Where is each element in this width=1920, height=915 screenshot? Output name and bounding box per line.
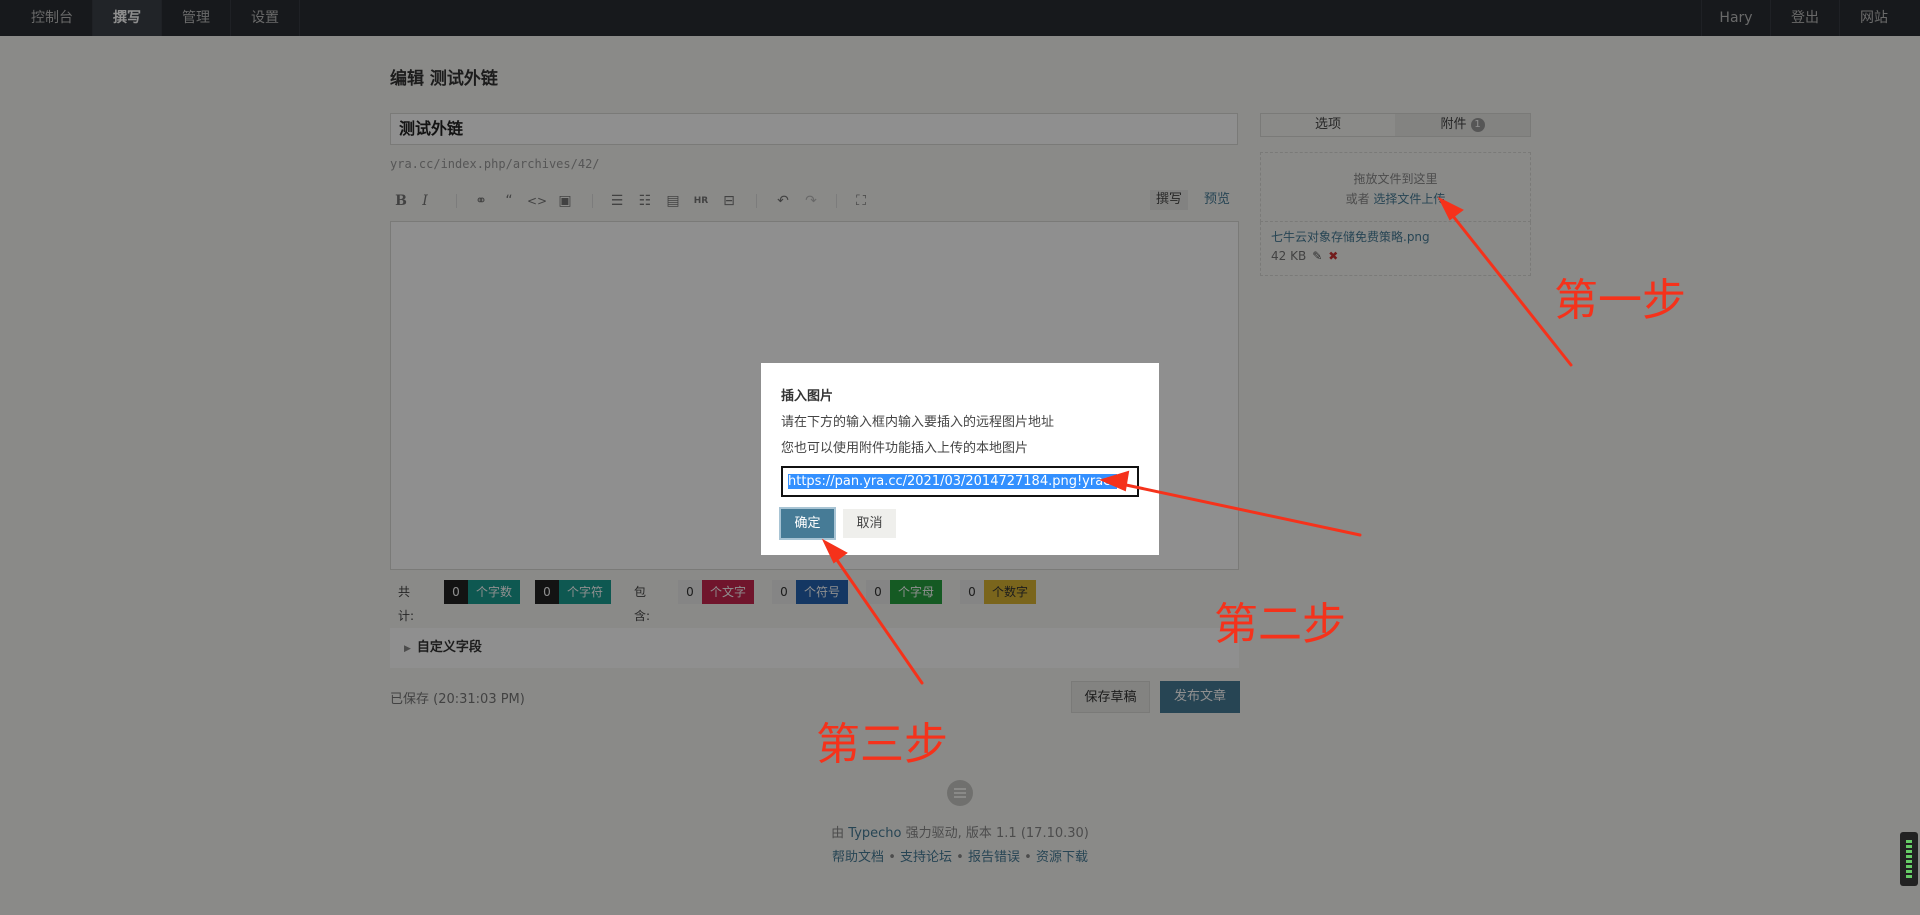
level-meter-icon	[1900, 832, 1918, 886]
arrow-step1-line	[1443, 204, 1573, 367]
annotation-step3: 第三步	[816, 719, 948, 770]
arrow-step3-head	[821, 538, 848, 564]
arrow-step3-line	[828, 548, 924, 685]
annotation-step1: 第一步	[1554, 275, 1686, 326]
arrow-step2-head	[1099, 470, 1130, 492]
annotation-arrows	[821, 196, 1573, 685]
annotation-step2: 第二步	[1214, 599, 1346, 650]
arrow-step1-head	[1437, 196, 1464, 221]
arrow-step2-line	[1110, 480, 1362, 537]
